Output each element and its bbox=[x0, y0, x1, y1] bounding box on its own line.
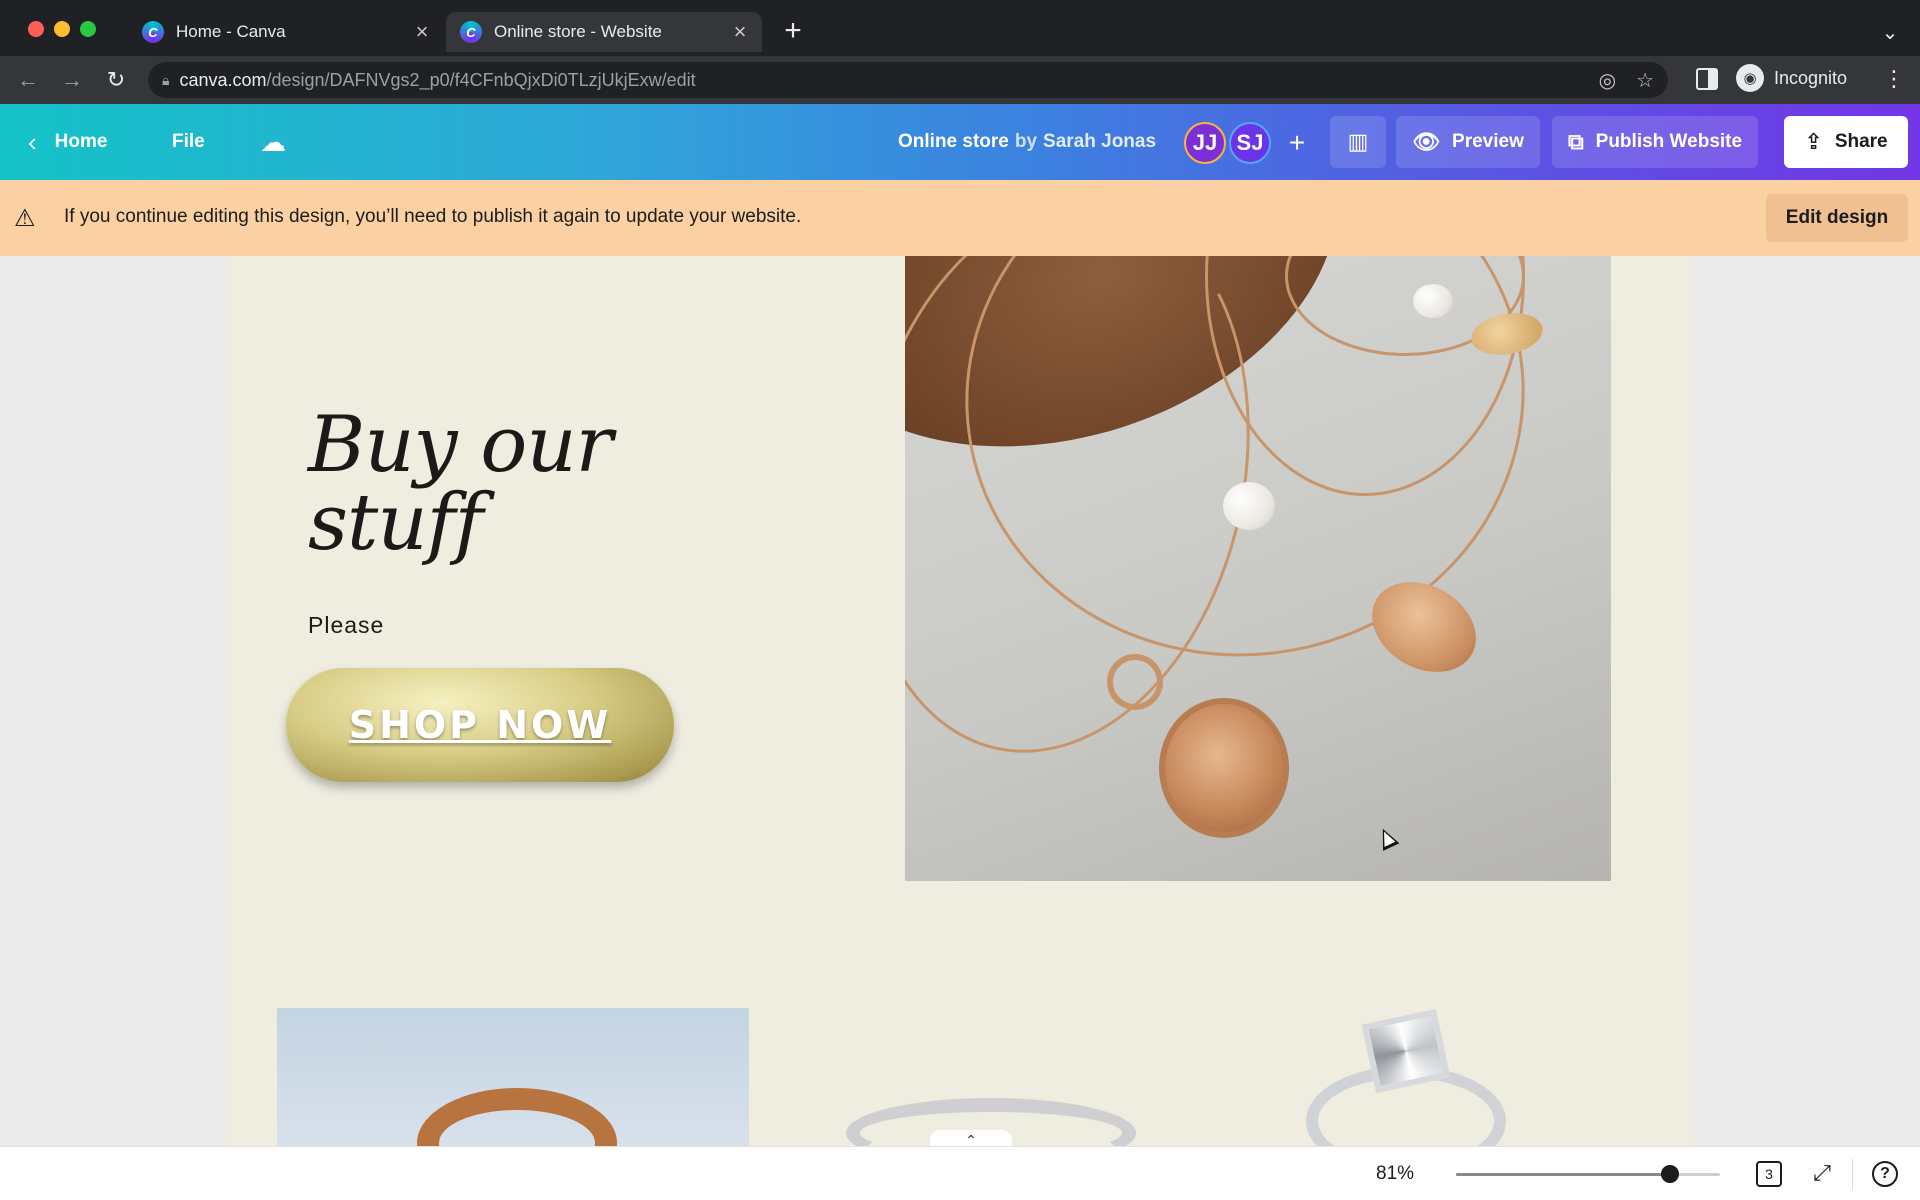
subtext[interactable]: Please bbox=[308, 612, 384, 639]
url-text: canva.com/design/DAFNVgs2_p0/f4CFnbQjxDi… bbox=[179, 69, 696, 90]
bar-chart-icon: ▥ bbox=[1347, 129, 1369, 154]
document-name: Online store bbox=[898, 131, 1009, 152]
incognito-icon: ◉ bbox=[1736, 64, 1764, 92]
canva-favicon-icon: C bbox=[460, 21, 482, 43]
document-title[interactable]: Online store by Sarah Jonas bbox=[898, 104, 1156, 180]
tab-search-chevron-icon[interactable]: ⌄ bbox=[1876, 18, 1904, 46]
publish-label: Publish Website bbox=[1595, 131, 1743, 152]
page-count-button[interactable]: 3 bbox=[1756, 1161, 1782, 1187]
close-tab-icon[interactable]: × bbox=[408, 18, 436, 46]
browser-tab-strip: C Home - Canva × C Online store - Websit… bbox=[0, 0, 1920, 64]
editor-footer: 81% 3 ⤢ ? bbox=[0, 1146, 1920, 1200]
back-arrow-icon[interactable]: ← bbox=[14, 66, 42, 94]
tab-title: Home - Canva bbox=[176, 22, 286, 41]
divider bbox=[1852, 1159, 1853, 1189]
browser-toolbar: ← → ↻ 🔒︎ canva.com/design/DAFNVgs2_p0/f4… bbox=[0, 56, 1920, 104]
gold-ring bbox=[417, 1088, 617, 1146]
address-bar[interactable]: 🔒︎ canva.com/design/DAFNVgs2_p0/f4CFnbQj… bbox=[148, 62, 1668, 98]
share-label: Share bbox=[1834, 131, 1888, 152]
home-label: Home bbox=[54, 131, 108, 152]
coin-pendant bbox=[1159, 698, 1289, 838]
tab-title: Online store - Website bbox=[494, 22, 662, 41]
preview-label: Preview bbox=[1452, 131, 1524, 152]
bookmark-star-icon[interactable]: ☆ bbox=[1636, 68, 1654, 93]
browser-menu-icon[interactable]: ⋮ bbox=[1880, 66, 1908, 92]
pearl-pendant bbox=[1223, 482, 1275, 530]
canva-editor-header: ‹ Home File ☁ Online store by Sarah Jona… bbox=[0, 104, 1920, 180]
incognito-label: Incognito bbox=[1774, 67, 1848, 88]
publish-icon: ⧉ bbox=[1567, 129, 1584, 154]
publish-website-button[interactable]: ⧉ Publish Website bbox=[1552, 116, 1758, 168]
edit-design-button[interactable]: Edit design bbox=[1766, 194, 1908, 242]
avatar-sj[interactable]: SJ bbox=[1229, 122, 1271, 164]
zoom-slider-thumb[interactable] bbox=[1661, 1165, 1679, 1183]
by-label: by bbox=[1014, 131, 1038, 152]
canva-favicon-icon: C bbox=[142, 21, 164, 43]
zoom-slider-fill bbox=[1456, 1173, 1670, 1176]
editor-canvas[interactable]: Buy our stuff Please SHOP NOW bbox=[0, 256, 1920, 1146]
incognito-profile[interactable]: ◉ Incognito bbox=[1736, 64, 1847, 92]
warning-icon: ⚠ bbox=[14, 205, 36, 232]
insights-button[interactable]: ▥ bbox=[1330, 116, 1386, 168]
headline-text[interactable]: Buy our stuff bbox=[308, 400, 613, 568]
new-tab-button[interactable]: + bbox=[778, 14, 808, 47]
preview-button[interactable]: 👁︎ Preview bbox=[1396, 116, 1540, 168]
diamond-ring-image[interactable] bbox=[1298, 996, 1506, 1146]
headline-line-1: Buy our bbox=[308, 400, 613, 490]
republish-warning-banner: ⚠ If you continue editing this design, y… bbox=[0, 180, 1920, 256]
fullscreen-icon[interactable]: ⤢ bbox=[1808, 1159, 1836, 1187]
share-button[interactable]: ⇪ Share bbox=[1784, 116, 1908, 168]
side-panel-icon[interactable] bbox=[1696, 68, 1718, 90]
necklaces-photo[interactable] bbox=[905, 256, 1611, 881]
chevron-left-icon: ‹ bbox=[28, 126, 37, 157]
gold-ring-photo[interactable] bbox=[277, 1008, 749, 1146]
browser-tab-home[interactable]: C Home - Canva × bbox=[128, 12, 444, 52]
lock-icon: 🔒︎ bbox=[162, 71, 170, 88]
forward-arrow-icon[interactable]: → bbox=[58, 66, 86, 94]
help-icon[interactable]: ? bbox=[1872, 1161, 1898, 1187]
shop-now-label: SHOP NOW bbox=[348, 703, 612, 747]
eye-slash-icon[interactable]: ◎ bbox=[1599, 68, 1616, 93]
minimize-window-button[interactable] bbox=[54, 21, 70, 37]
avatar-jj[interactable]: JJ bbox=[1184, 122, 1226, 164]
headline-line-2: stuff bbox=[308, 478, 483, 568]
pearl-pendant bbox=[1413, 284, 1453, 318]
file-menu-button[interactable]: File bbox=[172, 104, 205, 180]
ring-clasp bbox=[1107, 654, 1163, 710]
file-label: File bbox=[172, 131, 205, 152]
close-tab-icon[interactable]: × bbox=[726, 18, 754, 46]
eye-icon: 👁︎ bbox=[1412, 129, 1441, 154]
banner-message: If you continue editing this design, you… bbox=[64, 206, 802, 227]
add-collaborator-button[interactable]: + bbox=[1282, 127, 1312, 158]
owner-name: Sarah Jonas bbox=[1043, 131, 1157, 152]
browser-tab-online-store[interactable]: C Online store - Website × bbox=[446, 12, 762, 52]
shop-now-button[interactable]: SHOP NOW bbox=[286, 668, 674, 782]
upload-share-icon: ⇪ bbox=[1804, 129, 1823, 154]
reload-icon[interactable]: ↻ bbox=[102, 66, 130, 94]
maximize-window-button[interactable] bbox=[80, 21, 96, 37]
zoom-slider[interactable] bbox=[1456, 1165, 1720, 1183]
home-button[interactable]: ‹ Home bbox=[28, 104, 107, 180]
close-window-button[interactable] bbox=[28, 21, 44, 37]
design-page[interactable]: Buy our stuff Please SHOP NOW bbox=[226, 256, 1694, 1146]
cloud-saved-icon[interactable]: ☁ bbox=[260, 104, 286, 180]
zoom-level[interactable]: 81% bbox=[1376, 1163, 1414, 1185]
